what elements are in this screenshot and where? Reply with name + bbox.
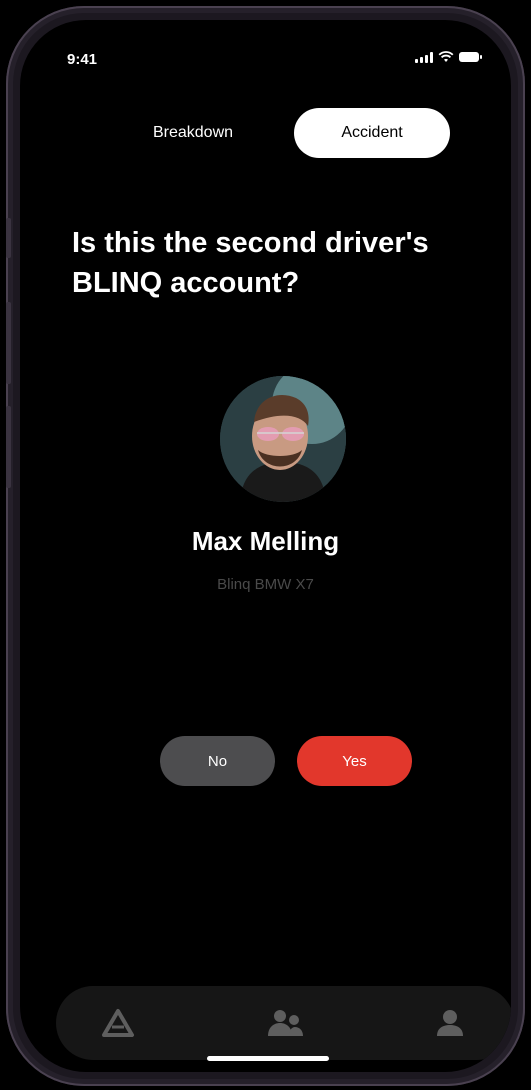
signal-icon bbox=[415, 51, 433, 63]
status-icons bbox=[415, 51, 482, 63]
volume-down-button bbox=[6, 406, 11, 488]
avatar-photo bbox=[220, 376, 346, 502]
page-title: Is this the second driver's BLINQ accoun… bbox=[72, 227, 429, 299]
avatar bbox=[220, 376, 346, 502]
blinq-logo-icon bbox=[102, 1009, 134, 1037]
phone-frame: 9:41 Breakdown Accident Is this the seco… bbox=[6, 6, 525, 1086]
nav-item-profile[interactable] bbox=[410, 986, 490, 1060]
users-icon bbox=[268, 1010, 303, 1036]
tab-accident[interactable]: Accident bbox=[294, 108, 450, 158]
home-indicator[interactable] bbox=[207, 1056, 329, 1061]
driver-name: Max Melling bbox=[191, 526, 340, 556]
status-time: 9:41 bbox=[67, 51, 98, 68]
bottom-nav bbox=[56, 986, 511, 1060]
yes-button[interactable]: Yes bbox=[297, 736, 412, 786]
profile-icon bbox=[437, 1010, 463, 1036]
nav-item-contacts[interactable] bbox=[245, 986, 325, 1060]
tab-breakdown[interactable]: Breakdown bbox=[128, 110, 258, 156]
mute-switch bbox=[6, 218, 11, 258]
driver-car: Blinq BMW X7 bbox=[217, 576, 314, 593]
nav-item-home[interactable] bbox=[78, 986, 158, 1060]
battery-icon bbox=[459, 52, 482, 62]
volume-up-button bbox=[6, 302, 11, 384]
no-button[interactable]: No bbox=[160, 736, 275, 786]
wifi-icon bbox=[438, 51, 454, 62]
screen: 9:41 Breakdown Accident Is this the seco… bbox=[20, 20, 511, 1072]
